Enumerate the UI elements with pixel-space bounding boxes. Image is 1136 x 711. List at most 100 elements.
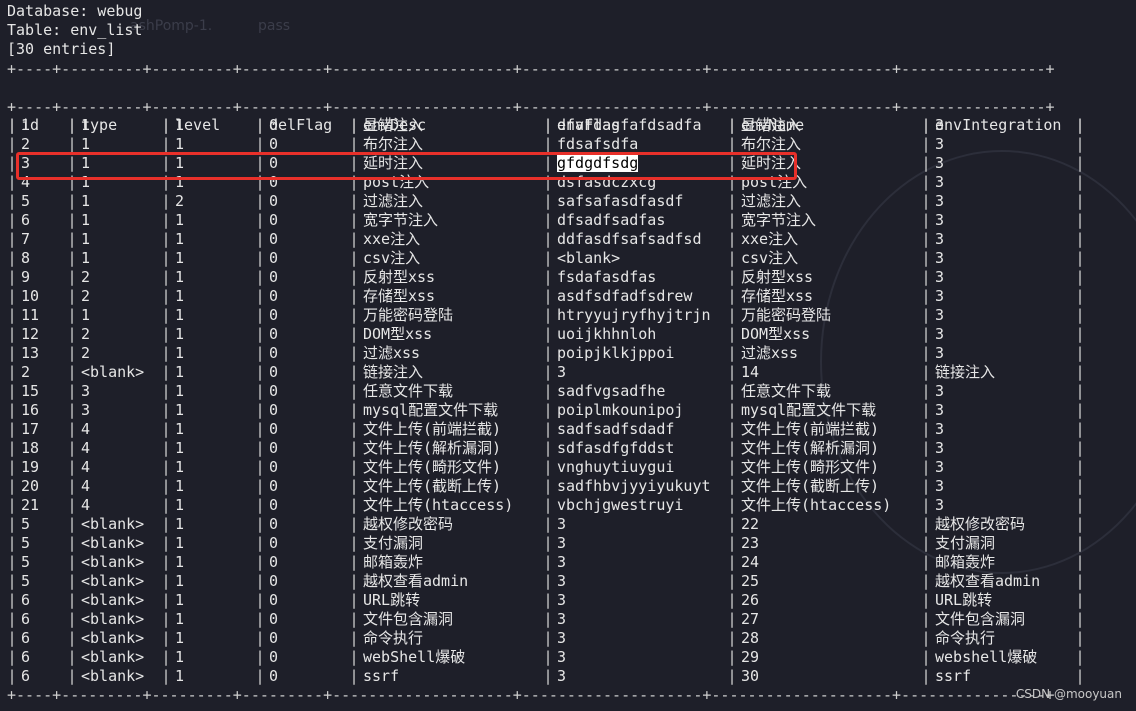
column-divider: | — [1075, 268, 1085, 286]
cell-envFlag: ddfasdfsafsadfsd — [557, 230, 702, 248]
column-divider: | — [543, 477, 553, 495]
column-divider: | — [7, 116, 17, 134]
cell-id: 6 — [21, 610, 31, 628]
column-divider: | — [7, 610, 17, 628]
column-divider: | — [543, 420, 553, 438]
column-divider: | — [543, 572, 553, 590]
column-divider: | — [349, 477, 359, 495]
cell-id: 5 — [21, 192, 31, 210]
column-divider: | — [67, 572, 77, 590]
column-divider: | — [1075, 401, 1085, 419]
column-divider: | — [921, 135, 931, 153]
column-divider: | — [921, 116, 931, 134]
column-divider: | — [349, 591, 359, 609]
cell-level: 1 — [175, 116, 185, 134]
table-row: | 8 | 1 | 1 | 0 | csv注入 | <blank> | csv注入 | 3 | — [7, 249, 1085, 268]
cell-envDesc: 文件上传(截断上传) — [363, 477, 502, 495]
cell-envName: post注入 — [741, 173, 808, 191]
column-divider: | — [727, 534, 737, 552]
cell-envName: 延时注入 — [741, 154, 802, 172]
column-divider: | — [255, 420, 265, 438]
terminal-window[interactable]: Database: webug Table: env_list [30 entr… — [0, 0, 1136, 711]
cell-id: 1 — [21, 116, 31, 134]
column-divider: | — [67, 173, 77, 191]
column-divider: | — [349, 629, 359, 647]
column-divider: | — [349, 420, 359, 438]
cell-type: <blank> — [81, 572, 145, 590]
cell-id: 9 — [21, 268, 31, 286]
column-divider: | — [255, 439, 265, 457]
cell-delFlag: 0 — [269, 572, 279, 590]
cell-level: 1 — [175, 667, 185, 685]
table-row: | 5 | <blank> | 1 | 0 | 越权修改密码 | 3 | 22 | 越权修改密码 | — [7, 515, 1085, 534]
cell-envName: 文件上传(htaccess) — [741, 496, 892, 514]
cell-type: 2 — [81, 344, 91, 362]
column-divider: | — [1075, 192, 1085, 210]
cell-envIntegration: 3 — [935, 249, 945, 267]
column-divider: | — [349, 496, 359, 514]
cell-delFlag: 0 — [269, 648, 279, 666]
cell-envFlag: dsfasdczxcg — [557, 173, 657, 191]
column-divider: | — [349, 382, 359, 400]
table-row: | 9 | 2 | 1 | 0 | 反射型xss | fsdafasdfas | 反射型xss | 3 | — [7, 268, 1085, 287]
cell-delFlag: 0 — [269, 382, 279, 400]
column-divider: | — [67, 344, 77, 362]
column-divider: | — [67, 306, 77, 324]
cell-level: 1 — [175, 648, 185, 666]
cell-id: 6 — [21, 591, 31, 609]
table-row: | 5 | <blank> | 1 | 0 | 支付漏洞 | 3 | 23 | 支付漏洞 | — [7, 534, 1085, 553]
table-row: | 6 | <blank> | 1 | 0 | 文件包含漏洞 | 3 | 27 | 文件包含漏洞 | — [7, 610, 1085, 629]
cell-envDesc: 链接注入 — [363, 363, 424, 381]
column-divider: | — [161, 648, 171, 666]
table-bottom-border: +----+---------+---------+---------+----… — [7, 686, 1055, 704]
column-divider: | — [255, 249, 265, 267]
column-divider: | — [1075, 477, 1085, 495]
cell-level: 1 — [175, 382, 185, 400]
watermark: CSDN @mooyuan — [1015, 687, 1122, 701]
cell-envFlag: gfdgdfsdg — [553, 154, 727, 173]
column-divider: | — [727, 363, 737, 381]
cell-level: 1 — [175, 534, 185, 552]
column-divider: | — [7, 458, 17, 476]
column-divider: | — [349, 363, 359, 381]
column-divider: | — [727, 667, 737, 685]
cell-level: 1 — [175, 477, 185, 495]
cell-type: 1 — [81, 116, 91, 134]
table-row: | 18 | 4 | 1 | 0 | 文件上传(解析漏洞) | sdfasdfgfddst | 文件上传(… — [7, 439, 1085, 458]
cell-type: 1 — [81, 230, 91, 248]
column-divider: | — [1075, 534, 1085, 552]
column-divider: | — [255, 629, 265, 647]
column-divider: | — [7, 667, 17, 685]
column-divider: | — [727, 230, 737, 248]
table-row: | 19 | 4 | 1 | 0 | 文件上传(畸形文件) | vnghuytiuygui | 文件上传(… — [7, 458, 1085, 477]
cell-type: 2 — [81, 325, 91, 343]
cell-delFlag: 0 — [269, 325, 279, 343]
cell-envName: 25 — [741, 572, 760, 590]
column-divider: | — [1075, 382, 1085, 400]
cell-level: 1 — [175, 363, 185, 381]
cell-envName: mysql配置文件下载 — [741, 401, 877, 419]
cell-envFlag: 3 — [557, 591, 567, 609]
column-divider: | — [1075, 211, 1085, 229]
column-divider: | — [255, 116, 265, 134]
column-divider: | — [921, 382, 931, 400]
column-divider: | — [349, 135, 359, 153]
column-divider: | — [543, 591, 553, 609]
column-divider: | — [161, 135, 171, 153]
column-divider: | — [255, 477, 265, 495]
cell-envIntegration: 3 — [935, 496, 945, 514]
column-divider: | — [543, 287, 553, 305]
column-divider: | — [349, 515, 359, 533]
cell-id: 2 — [21, 363, 31, 381]
column-divider: | — [543, 648, 553, 666]
selected-text[interactable]: gfdgdfsdg — [557, 154, 639, 172]
column-divider: | — [1075, 173, 1085, 191]
column-divider: | — [161, 287, 171, 305]
cell-envName: 布尔注入 — [741, 135, 802, 153]
column-divider: | — [161, 344, 171, 362]
column-divider: | — [349, 325, 359, 343]
column-divider: | — [255, 382, 265, 400]
column-divider: | — [349, 154, 359, 172]
table-row: | 15 | 3 | 1 | 0 | 任意文件下载 | sadfvgsadfhe | 任意文件下载 | 3 | — [7, 382, 1085, 401]
cell-envIntegration: 支付漏洞 — [935, 534, 996, 552]
